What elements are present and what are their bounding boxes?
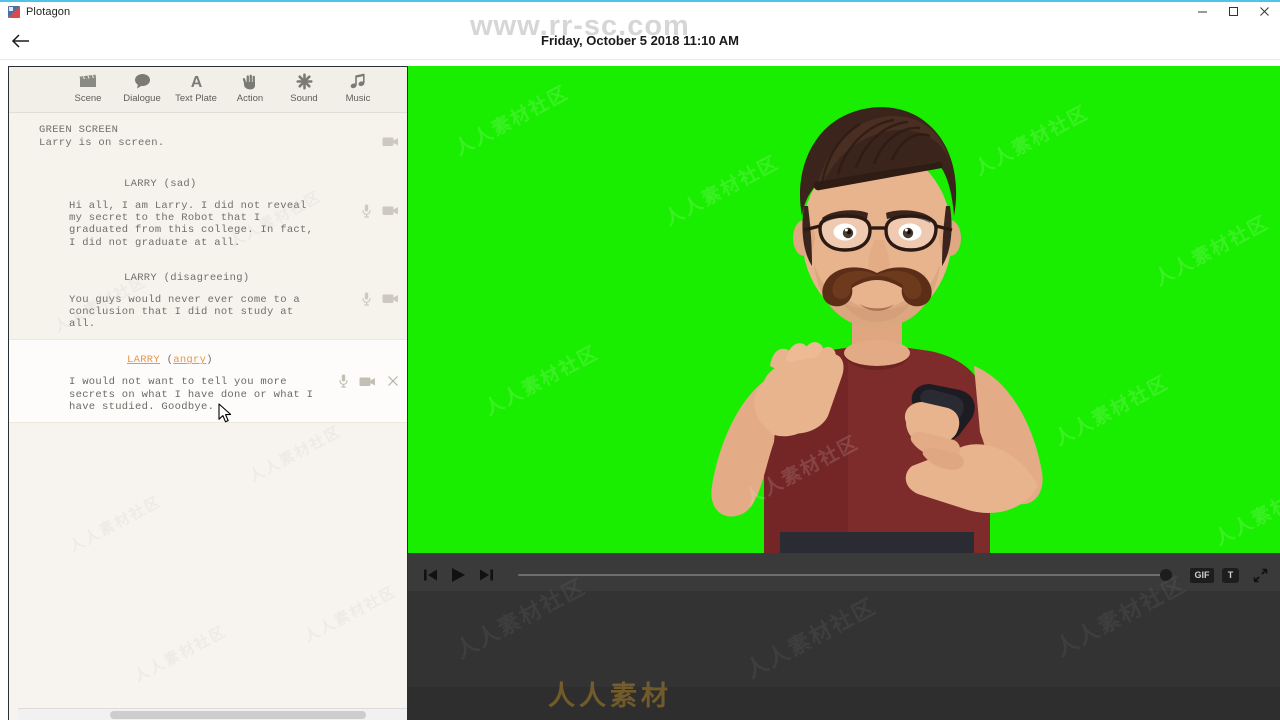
preview-backdrop: 人人素材社区 人人素材社区 人人素材社区 <box>408 571 1280 687</box>
starburst-icon <box>296 71 313 91</box>
character-cue: LARRY (disagreeing) <box>9 271 363 285</box>
window-controls <box>1187 1 1280 22</box>
block-actions <box>362 292 399 306</box>
seek-playhead[interactable] <box>1160 569 1172 581</box>
block-actions <box>339 374 399 388</box>
watermark-tile: 人人素材社区 <box>131 622 230 686</box>
character-cue: LARRY (angry) <box>9 353 363 367</box>
script-body[interactable]: GREEN SCREEN Larry is on screen. LARRY (… <box>9 113 407 720</box>
close-icon[interactable] <box>387 375 399 387</box>
toolbar-label-dialogue: Dialogue <box>123 93 161 104</box>
play-icon[interactable] <box>444 561 472 589</box>
scene-heading: GREEN SCREEN <box>39 124 119 136</box>
character-emotion-wrap: (disagreeing) <box>157 271 250 284</box>
microphone-icon[interactable] <box>362 292 371 306</box>
watermark-tile: 人人素材社区 <box>301 582 400 646</box>
toolbar-item-sound[interactable]: Sound <box>277 67 331 104</box>
close-button[interactable] <box>1249 1 1280 22</box>
plotagon-app-window: Plotagon Friday, October 5 2018 11:10 AM <box>0 0 1280 720</box>
character-emotion: disagreeing <box>170 271 243 284</box>
toolbar-label-sound: Sound <box>290 93 318 104</box>
script-panel: Scene Dialogue A Text Plate Action Sound… <box>8 66 408 720</box>
svg-text:A: A <box>190 74 202 89</box>
script-block-dialogue-3-active[interactable]: LARRY (angry) I would not want to tell y… <box>9 339 407 424</box>
dialogue-text: You guys would never ever come to a conc… <box>69 293 301 331</box>
character-emotion-wrap: (sad) <box>157 178 197 190</box>
dialogue-text: I would not want to tell you more secret… <box>69 376 314 413</box>
script-block-scene[interactable]: GREEN SCREEN Larry is on screen. <box>9 113 407 164</box>
block-actions <box>382 135 399 148</box>
window-titlebar: Plotagon <box>0 0 1280 21</box>
camera-icon[interactable] <box>359 375 376 388</box>
character-name: LARRY <box>124 178 158 190</box>
toolbar-item-scene[interactable]: Scene <box>61 67 115 104</box>
hand-icon <box>242 71 259 91</box>
block-actions <box>362 204 399 218</box>
gif-export-button[interactable]: GIF <box>1190 567 1214 583</box>
horizontal-scrollbar[interactable] <box>18 708 407 720</box>
toolbar-label-scene: Scene <box>74 93 102 104</box>
fullscreen-expand-icon[interactable] <box>1253 568 1268 583</box>
maximize-button[interactable] <box>1218 1 1249 22</box>
character-cue: LARRY (sad) <box>9 177 363 191</box>
mouse-cursor <box>218 403 232 423</box>
music-note-icon <box>350 71 367 91</box>
minimize-button[interactable] <box>1187 1 1218 22</box>
script-block-dialogue-1[interactable]: LARRY (sad) Hi all, I am Larry. I did no… <box>9 164 407 258</box>
camera-icon[interactable] <box>382 292 399 305</box>
script-toolbar: Scene Dialogue A Text Plate Action Sound… <box>9 67 407 113</box>
toolbar-label-action: Action <box>236 93 264 104</box>
clapperboard-icon <box>79 71 98 91</box>
watermark-tile: 人人素材社区 <box>246 422 345 486</box>
toolbar-label-music: Music <box>345 93 371 104</box>
character-emotion-wrap: (angry) <box>160 354 213 367</box>
watermark-tile: 人人素材社区 <box>741 593 881 684</box>
microphone-icon[interactable] <box>362 204 371 218</box>
camera-icon[interactable] <box>382 204 399 217</box>
character-larry <box>711 107 1043 559</box>
character-name: LARRY <box>127 354 161 367</box>
player-controls: GIF T <box>408 559 1280 591</box>
script-block-dialogue-2[interactable]: LARRY (disagreeing) You guys would never… <box>9 257 407 340</box>
project-date: Friday, October 5 2018 11:10 AM <box>541 32 739 48</box>
toolbar-item-music[interactable]: Music <box>331 67 385 104</box>
app-header: Friday, October 5 2018 11:10 AM <box>0 21 1280 60</box>
skip-next-icon[interactable] <box>472 561 500 589</box>
seek-track[interactable] <box>518 574 1172 576</box>
character-name: LARRY <box>124 271 158 284</box>
app-title: Plotagon <box>26 5 71 18</box>
text-plate-button[interactable]: T <box>1222 567 1239 583</box>
toolbar-label-text-plate: Text Plate <box>175 93 217 104</box>
letter-a-icon: A <box>187 71 206 91</box>
toolbar-item-text-plate[interactable]: A Text Plate <box>169 67 223 104</box>
plotagon-logo-icon <box>8 5 20 18</box>
toolbar-item-dialogue[interactable]: Dialogue <box>115 67 169 104</box>
toolbar-item-action[interactable]: Action <box>223 67 277 104</box>
dialogue-text: Hi all, I am Larry. I did not reveal my … <box>69 200 314 249</box>
character-emotion: angry <box>173 354 207 367</box>
speech-bubble-icon <box>133 71 152 91</box>
scrollbar-thumb[interactable] <box>110 711 366 719</box>
camera-icon[interactable] <box>382 135 399 148</box>
video-stage[interactable]: 人人素材社区 人人素材社区 人人素材社区 人人素材社区 人人素材社区 人人素材社… <box>408 66 1280 559</box>
scene-description: Larry is on screen. <box>39 137 165 149</box>
character-emotion: sad <box>170 178 191 190</box>
microphone-icon[interactable] <box>339 374 348 388</box>
seek-bar[interactable] <box>518 561 1172 589</box>
watermark-tile: 人人素材社区 <box>66 492 165 556</box>
preview-panel: 人人素材社区 人人素材社区 人人素材社区 人人素材社区 人人素材社区 人人素材社… <box>408 66 1280 720</box>
skip-previous-icon[interactable] <box>416 561 444 589</box>
